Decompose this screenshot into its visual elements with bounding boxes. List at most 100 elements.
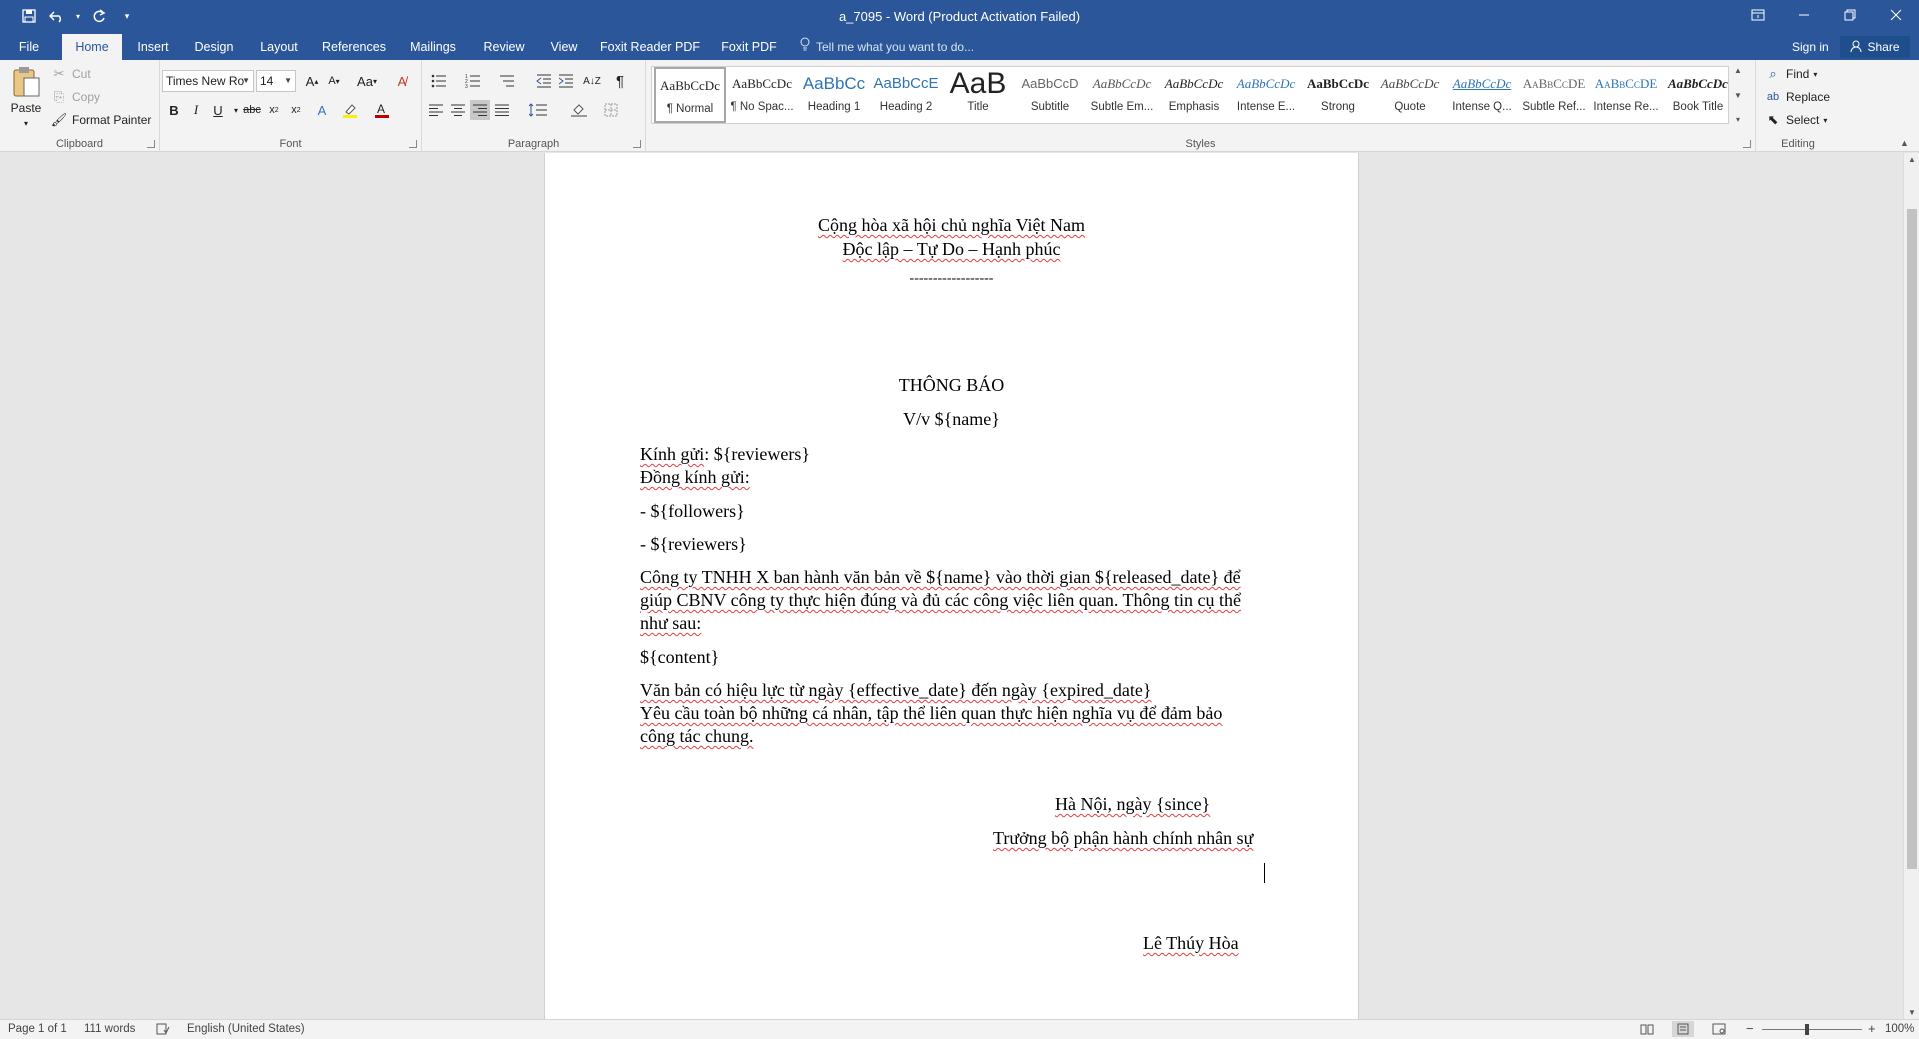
align-right-icon[interactable] (470, 100, 490, 120)
more-styles-icon[interactable]: ▾ (1736, 115, 1740, 124)
scroll-up-icon[interactable]: ▲ (1904, 155, 1919, 164)
tab-foxit-pdf[interactable]: Foxit PDF (714, 34, 784, 60)
style-normal[interactable]: AaBbCcDc ¶ Normal (654, 67, 726, 123)
scroll-down-icon[interactable]: ▼ (1904, 1008, 1919, 1017)
read-mode-icon[interactable] (1640, 1023, 1654, 1038)
clipboard-launcher-icon[interactable] (147, 140, 155, 148)
restore-icon[interactable] (1827, 0, 1873, 30)
style-name: Subtle Ref... (1522, 101, 1586, 113)
tab-references[interactable]: References (318, 34, 390, 60)
find-button[interactable]: ⌕ Find ▾ (1764, 64, 1817, 84)
replace-button[interactable]: ab Replace (1764, 87, 1830, 107)
superscript-icon[interactable]: x2 (286, 100, 306, 120)
tab-file[interactable]: File (8, 34, 50, 60)
bullets-icon[interactable] (426, 71, 452, 91)
share-button[interactable]: Share (1840, 36, 1910, 58)
text-cursor (1264, 863, 1265, 883)
format-painter-button[interactable]: 🖌 Format Painter (50, 110, 152, 130)
doc-header-text-1: Cộng hòa xã hội chủ nghĩa Việt Nam (817, 215, 1086, 235)
tab-view[interactable]: View (542, 34, 586, 60)
copy-button[interactable]: ⎘ Copy (50, 87, 100, 107)
justify-icon[interactable] (492, 100, 512, 120)
style-book-title[interactable]: AaBbCcDc Book Title (1662, 67, 1728, 123)
zoom-in-icon[interactable]: + (1868, 1021, 1876, 1036)
cut-button[interactable]: ✂ Cut (50, 64, 91, 84)
style-no-spacing[interactable]: AaBbCcDc ¶ No Spac... (726, 67, 798, 123)
paintbrush-icon: 🖌 (50, 112, 68, 127)
style-intense-quote[interactable]: AaBbCcDc Intense Q... (1446, 67, 1518, 123)
vertical-scrollbar[interactable]: ▲ ▼ (1903, 153, 1919, 1019)
style-strong[interactable]: AaBbCcDc Strong (1302, 67, 1374, 123)
style-heading-2[interactable]: AaBbCcE Heading 2 (870, 67, 942, 123)
line-spacing-icon[interactable] (524, 100, 552, 120)
tab-mailings[interactable]: Mailings (402, 34, 464, 60)
style-title[interactable]: AaB Title (942, 67, 1014, 123)
increase-indent-icon[interactable] (556, 71, 576, 91)
web-layout-icon[interactable] (1712, 1023, 1726, 1038)
sort-icon[interactable]: A↓Z (582, 71, 602, 91)
zoom-slider-track[interactable] (1762, 1029, 1862, 1030)
tab-home[interactable]: Home (62, 34, 122, 60)
text-effects-icon[interactable]: A (312, 100, 332, 120)
doc-header-line-1: Cộng hòa xã hội chủ nghĩa Việt Nam (545, 215, 1358, 236)
ribbon-display-options-icon[interactable] (1735, 0, 1781, 30)
chevron-up-icon[interactable]: ▲ (1734, 66, 1742, 75)
numbering-icon[interactable]: 123 (460, 71, 486, 91)
subscript-icon[interactable]: x2 (264, 100, 284, 120)
show-formatting-marks-icon[interactable]: ¶ (610, 71, 630, 91)
style-intense-reference[interactable]: AaBbCcDE Intense Re... (1590, 67, 1662, 123)
italic-icon[interactable]: I (186, 100, 206, 120)
change-case-button[interactable]: Aa ▾ (352, 71, 382, 91)
page-count[interactable]: Page 1 of 1 (8, 1023, 67, 1035)
minimize-icon[interactable] (1781, 0, 1827, 30)
paragraph-launcher-icon[interactable] (633, 140, 641, 148)
highlight-icon[interactable] (340, 100, 360, 120)
font-name-dropdown[interactable]: Times New Ro ▼ (162, 70, 254, 92)
style-subtle-reference[interactable]: AaBbCcDE Subtle Ref... (1518, 67, 1590, 123)
underline-icon[interactable]: U (208, 100, 228, 120)
font-size-dropdown[interactable]: 14 ▼ (256, 70, 296, 92)
tab-design[interactable]: Design (188, 34, 240, 60)
paste-button[interactable]: Paste ▾ (8, 66, 44, 132)
collapse-ribbon-icon[interactable]: ▲ (1900, 138, 1909, 148)
shading-icon[interactable] (566, 100, 592, 120)
word-count[interactable]: 111 words (84, 1023, 135, 1035)
zoom-level[interactable]: 100% (1885, 1023, 1914, 1035)
bold-icon[interactable]: B (164, 100, 184, 120)
multilevel-list-icon[interactable] (494, 71, 520, 91)
styles-launcher-icon[interactable] (1743, 140, 1751, 148)
clear-formatting-icon[interactable]: A̸ (392, 71, 412, 91)
decrease-indent-icon[interactable] (534, 71, 554, 91)
font-launcher-icon[interactable] (409, 140, 417, 148)
align-center-icon[interactable] (448, 100, 468, 120)
sign-in-link[interactable]: Sign in (1792, 34, 1829, 60)
font-color-icon[interactable]: A (372, 100, 392, 120)
tab-layout[interactable]: Layout (252, 34, 306, 60)
strikethrough-icon[interactable]: abc (242, 100, 262, 120)
align-left-icon[interactable] (426, 100, 446, 120)
style-subtle-emphasis[interactable]: AaBbCcDc Subtle Em... (1086, 67, 1158, 123)
style-emphasis[interactable]: AaBbCcDc Emphasis (1158, 67, 1230, 123)
tab-insert[interactable]: Insert (128, 34, 178, 60)
close-icon[interactable] (1873, 0, 1919, 30)
tab-review[interactable]: Review (478, 34, 530, 60)
select-button[interactable]: ⬉ Select ▾ (1764, 110, 1828, 130)
borders-icon[interactable] (598, 100, 624, 120)
scrollbar-thumb[interactable] (1907, 209, 1917, 869)
style-subtitle[interactable]: AaBbCcD Subtitle (1014, 67, 1086, 123)
style-intense-emphasis[interactable]: AaBbCcDc Intense E... (1230, 67, 1302, 123)
style-name: Subtle Em... (1090, 101, 1154, 113)
style-heading-1[interactable]: AaBbCc Heading 1 (798, 67, 870, 123)
proofing-icon[interactable] (156, 1023, 170, 1038)
shrink-font-icon[interactable]: A ▾ (324, 71, 344, 91)
language-indicator[interactable]: English (United States) (187, 1023, 305, 1035)
grow-font-icon[interactable]: A ▴ (302, 71, 322, 91)
tell-me-box[interactable]: Tell me what you want to do... (800, 34, 974, 60)
style-quote[interactable]: AaBbCcDc Quote (1374, 67, 1446, 123)
print-layout-icon[interactable] (1672, 1021, 1694, 1037)
zoom-out-icon[interactable]: − (1746, 1021, 1754, 1036)
zoom-slider-thumb[interactable] (1805, 1024, 1809, 1035)
document-page[interactable]: Cộng hòa xã hội chủ nghĩa Việt Nam Độc l… (544, 153, 1359, 1019)
chevron-down-icon[interactable]: ▼ (1734, 91, 1742, 100)
tab-foxit-reader-pdf[interactable]: Foxit Reader PDF (598, 34, 702, 60)
